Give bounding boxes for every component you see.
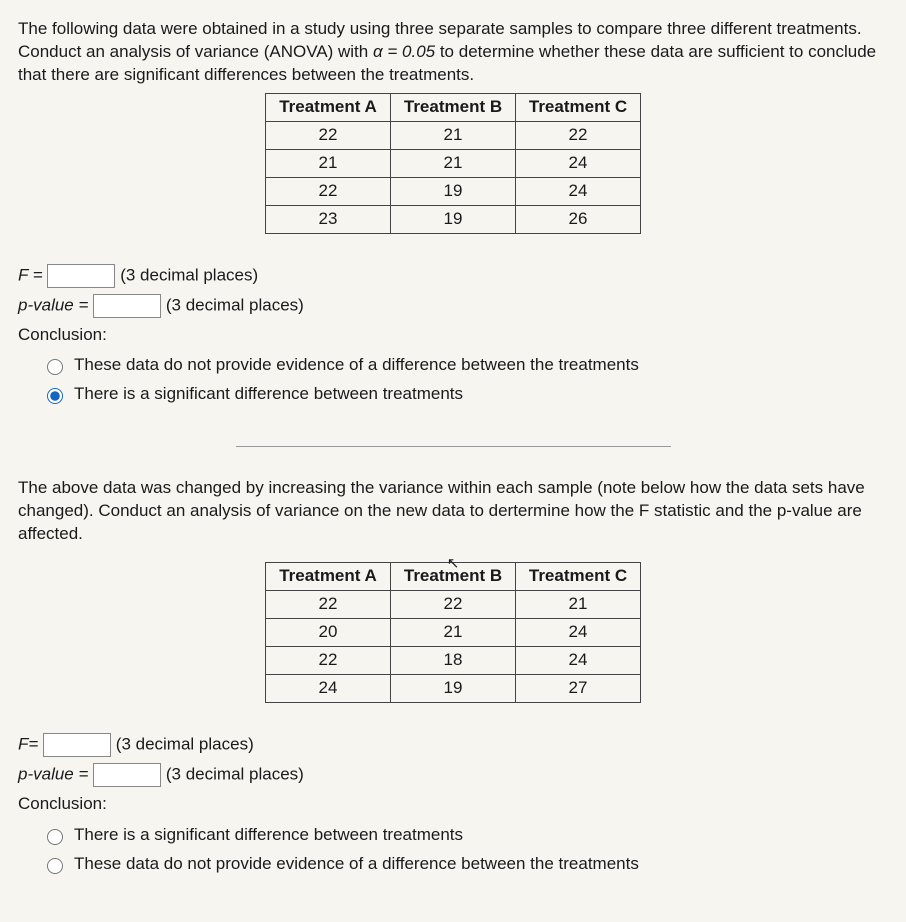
table-row: 24 19 27 bbox=[266, 674, 641, 702]
q2-p-hint: (3 decimal places) bbox=[166, 764, 304, 783]
table-row: 22 22 21 bbox=[266, 591, 641, 619]
q2-p-input[interactable] bbox=[93, 763, 161, 787]
q2-radio-significant[interactable] bbox=[47, 829, 63, 845]
q2-th-a: Treatment A bbox=[266, 563, 391, 591]
q1-p-hint: (3 decimal places) bbox=[166, 295, 304, 314]
q1-th-b: Treatment B bbox=[391, 93, 516, 121]
section-divider bbox=[236, 446, 671, 447]
table-row: 22 21 22 bbox=[266, 121, 641, 149]
q1-conclusion-label: Conclusion: bbox=[18, 324, 888, 347]
q2-th-b: Treatment B bbox=[391, 563, 516, 591]
q1-p-label: p-value = bbox=[18, 295, 88, 314]
q1-f-hint: (3 decimal places) bbox=[120, 265, 258, 284]
q1-opt2-text: There is a significant difference betwee… bbox=[74, 383, 463, 406]
table-row: 22 18 24 bbox=[266, 646, 641, 674]
q1-radio-no-evidence[interactable] bbox=[47, 359, 63, 375]
q1-radio-significant[interactable] bbox=[47, 388, 63, 404]
q2-f-label: F= bbox=[18, 734, 38, 753]
q2-prompt: The above data was changed by increasing… bbox=[18, 477, 888, 546]
q2-radio-no-evidence[interactable] bbox=[47, 858, 63, 874]
q2-conclusion-label: Conclusion: bbox=[18, 793, 888, 816]
q1-th-a: Treatment A bbox=[266, 93, 391, 121]
table-row: 22 19 24 bbox=[266, 177, 641, 205]
q1-f-label: F = bbox=[18, 265, 43, 284]
q2-opt2-text: These data do not provide evidence of a … bbox=[74, 853, 639, 876]
q2-p-label: p-value = bbox=[18, 764, 88, 783]
q2-f-hint: (3 decimal places) bbox=[116, 734, 254, 753]
q1-alpha: α = 0.05 bbox=[373, 42, 435, 61]
q1-p-input[interactable] bbox=[93, 294, 161, 318]
q2-table: Treatment A Treatment B Treatment C 22 2… bbox=[265, 562, 641, 703]
q2-opt1-text: There is a significant difference betwee… bbox=[74, 824, 463, 847]
q1-f-input[interactable] bbox=[47, 264, 115, 288]
q1-prompt: The following data were obtained in a st… bbox=[18, 18, 888, 87]
q1-opt1-text: These data do not provide evidence of a … bbox=[74, 354, 639, 377]
q1-table: Treatment A Treatment B Treatment C 22 2… bbox=[265, 93, 641, 234]
q1-th-c: Treatment C bbox=[516, 93, 641, 121]
table-row: 23 19 26 bbox=[266, 205, 641, 233]
q2-f-input[interactable] bbox=[43, 733, 111, 757]
q2-th-c: Treatment C bbox=[516, 563, 641, 591]
table-row: 20 21 24 bbox=[266, 619, 641, 647]
table-row: 21 21 24 bbox=[266, 149, 641, 177]
